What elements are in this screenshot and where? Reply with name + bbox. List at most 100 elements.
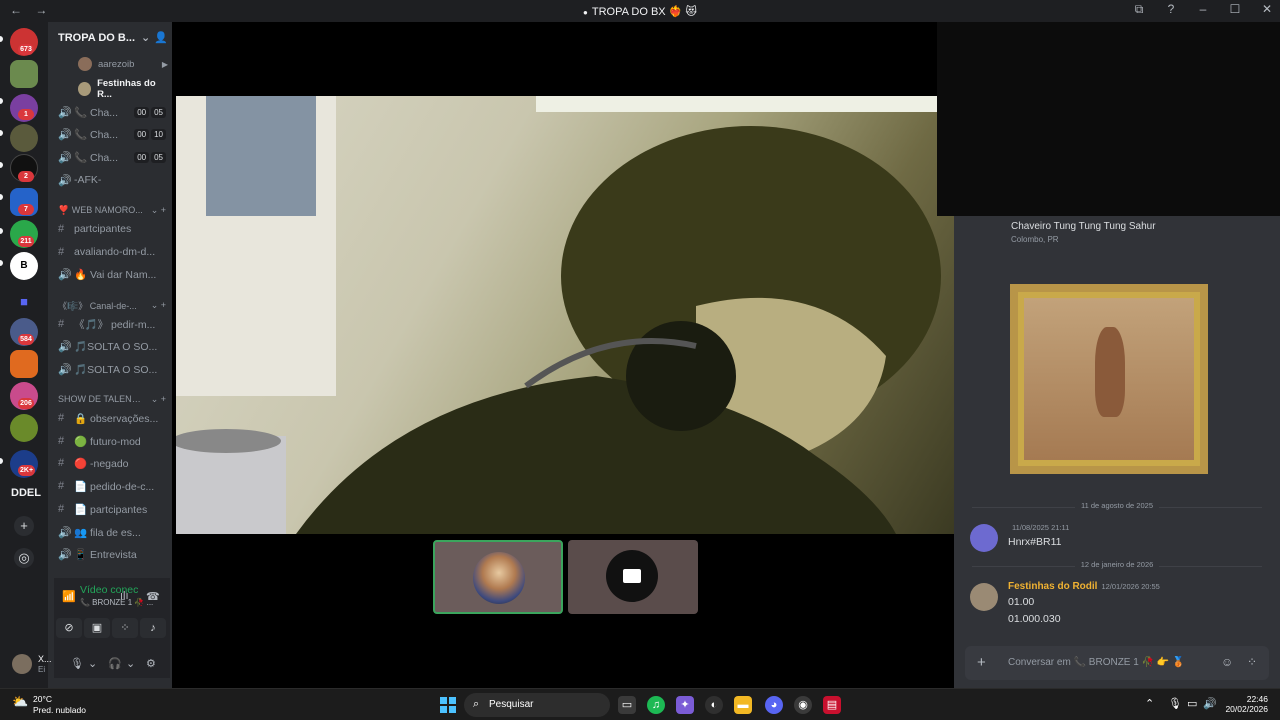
invite-icon[interactable]: 👤 — [154, 31, 168, 44]
speaker-icon: 🔊 — [58, 526, 72, 539]
text-channel[interactable]: # 📄 pedido-de-c... — [58, 477, 172, 495]
avatar[interactable] — [970, 524, 998, 552]
text-channel[interactable]: # 🔴 -negado — [58, 454, 172, 472]
hash-icon: # — [58, 480, 65, 492]
attach-plus-icon[interactable]: + — [977, 654, 986, 671]
text-channel[interactable]: # 📄 partcipantes — [58, 500, 172, 518]
steam-icon[interactable]: ◐ — [705, 696, 723, 714]
microphone-icon[interactable]: 🎙 — [70, 657, 84, 670]
voice-status[interactable]: Vídeo conectad — [80, 584, 138, 596]
voice-channel[interactable]: 🔊 🔥 Vai dar Nam... — [58, 265, 172, 283]
chevron-plus-icon[interactable]: ⌄ + — [151, 300, 166, 311]
app-icon[interactable]: ▤ — [823, 696, 841, 714]
text-channel[interactable]: # 🟢 futuro-mod — [58, 432, 172, 450]
voice-channel-name[interactable]: 📞 BRONZE 1 🥀 ... — [80, 598, 153, 607]
voice-channel[interactable]: 🔊 📞 Cha... 00 05 — [58, 103, 172, 121]
chevron-down-icon[interactable]: ⌄ — [126, 657, 135, 670]
noise-suppression-icon[interactable]: ılı — [120, 590, 129, 602]
participant-tile[interactable] — [433, 540, 563, 614]
voice-channel[interactable]: 🔊 🎵SOLTA O SO... — [58, 337, 172, 355]
self-camera-preview[interactable] — [937, 22, 1280, 216]
text-channel[interactable]: # 🔒 observações... — [58, 409, 172, 427]
folder-icon[interactable]: ■ — [10, 288, 38, 316]
server-icon-8[interactable]: B — [10, 252, 38, 280]
settings-gear-icon[interactable]: ⚙ — [146, 657, 156, 670]
voice-user[interactable]: Festinhas do R... — [78, 78, 168, 100]
message-author[interactable]: Festinhas do Rodil 12/01/2026 20:55 — [1008, 581, 1160, 592]
activities-button[interactable]: ⁘ — [112, 618, 138, 638]
server-icon-10[interactable] — [10, 350, 38, 378]
disconnect-icon[interactable]: ☎ — [146, 590, 160, 603]
server-icon-4[interactable] — [10, 124, 38, 152]
discord-icon[interactable]: ◕ — [765, 696, 783, 714]
taskbar-search[interactable]: ⌕ Pesquisar — [464, 693, 610, 717]
text-channel[interactable]: # partcipantes — [58, 220, 172, 238]
server-label[interactable]: DDEL — [11, 487, 41, 499]
weather-icon[interactable]: ⛅ — [12, 694, 28, 710]
server-icon-12[interactable] — [10, 414, 38, 442]
hash-icon: # — [58, 318, 65, 330]
main-video-feed[interactable] — [176, 96, 954, 534]
chevron-down-icon[interactable]: ⌄ — [88, 657, 97, 670]
username: X... — [38, 654, 52, 664]
windows-start-icon[interactable] — [440, 697, 456, 713]
chrome-icon[interactable]: ◉ — [794, 696, 812, 714]
avatar[interactable] — [12, 654, 32, 674]
camera-off-button[interactable]: ⊘ — [56, 618, 82, 638]
speaker-icon: 🔊 — [58, 106, 72, 119]
chevron-up-icon[interactable]: ⌃ — [1145, 697, 1154, 710]
inbox-icon[interactable]: ⧉ — [1132, 2, 1146, 17]
avatar — [473, 552, 525, 604]
display-icon[interactable]: ▭ — [1187, 697, 1197, 710]
channel-label: 🎵SOLTA O SO... — [74, 340, 158, 353]
category-name: ❣️ WEB NAMORO... — [58, 204, 143, 215]
help-icon[interactable]: ? — [1164, 2, 1178, 17]
headphones-icon[interactable]: 🎧 — [108, 657, 122, 670]
spotify-icon[interactable]: ♫ — [647, 696, 665, 714]
date-divider: 11 de agosto de 2025 — [972, 501, 1262, 513]
shared-image[interactable] — [1010, 284, 1208, 474]
text-channel[interactable]: # avaliando-dm-d... — [58, 243, 172, 261]
category-header[interactable]: ❣️ WEB NAMORO... ⌄ + — [58, 203, 172, 217]
chevron-plus-icon[interactable]: ⌄ + — [151, 205, 166, 216]
add-server-icon[interactable]: + — [14, 516, 34, 536]
category-header[interactable]: SHOW DE TALENTE... ⌄ + — [58, 392, 172, 406]
participant-tile[interactable] — [568, 540, 698, 614]
apps-icon[interactable]: ⁘ — [1247, 655, 1257, 669]
task-view-icon[interactable]: ▭ — [618, 696, 636, 714]
weather-temperature[interactable]: 20°C — [33, 694, 52, 704]
channel-label: 🔥 Vai dar Nam... — [74, 268, 157, 281]
text-channel[interactable]: # 《🎵》 pedir-m... — [58, 315, 172, 333]
message-composer[interactable]: + Conversar em 📞 BRONZE 1 🥀 👉 🥉 ☺ ⁘ — [965, 646, 1269, 680]
avatar[interactable] — [970, 583, 998, 611]
voice-channel[interactable]: 🔊 -AFK- — [58, 171, 172, 189]
server-icon-2[interactable] — [10, 60, 38, 88]
screen-share-button[interactable]: ▣ — [84, 618, 110, 638]
voice-user[interactable]: aarezoib ▶ — [78, 57, 168, 71]
weather-condition[interactable]: Pred. nublado — [33, 705, 86, 715]
category-header[interactable]: 《🎼》 Canal-de-... ⌄ + — [58, 298, 172, 312]
discover-icon[interactable]: ◎ — [14, 548, 34, 568]
copilot-icon[interactable]: ✦ — [676, 696, 694, 714]
author-name[interactable]: Festinhas do Rodil — [1008, 581, 1097, 592]
minimize-button[interactable]: – — [1196, 2, 1210, 17]
taskbar-clock[interactable]: 22:46 20/02/2026 — [1224, 694, 1268, 714]
emoji-icon[interactable]: ☺ — [1221, 655, 1233, 669]
file-explorer-icon[interactable]: ▬ — [734, 696, 752, 714]
volume-icon[interactable]: 🔊 — [1203, 697, 1217, 710]
close-button[interactable]: ✕ — [1260, 2, 1274, 17]
chevron-plus-icon[interactable]: ⌄ + — [151, 394, 166, 405]
voice-channel[interactable]: 🔊 👥 fila de es... — [58, 523, 172, 541]
channel-label: 📄 partcipantes — [74, 503, 148, 516]
composer-placeholder[interactable]: Conversar em 📞 BRONZE 1 🥀 👉 🥉 — [1008, 657, 1185, 668]
server-header[interactable]: TROPA DO B... ⌄ 👤 — [58, 31, 168, 44]
soundboard-button[interactable]: ♪ — [140, 618, 166, 638]
voice-channel[interactable]: 🔊 📞 Cha... 00 10 — [58, 125, 172, 143]
message-author[interactable]: 11/08/2025 21:11 — [1008, 522, 1069, 533]
maximize-button[interactable]: ☐ — [1228, 2, 1242, 17]
microphone-icon[interactable]: 🎙 — [1168, 697, 1182, 710]
voice-channel[interactable]: 🔊 🎵SOLTA O SO... — [58, 360, 172, 378]
message-timestamp: 12/01/2026 20:55 — [1101, 582, 1160, 591]
voice-channel[interactable]: 🔊 📞 Cha... 00 05 — [58, 148, 172, 166]
voice-channel[interactable]: 🔊 📱 Entrevista — [58, 545, 172, 563]
